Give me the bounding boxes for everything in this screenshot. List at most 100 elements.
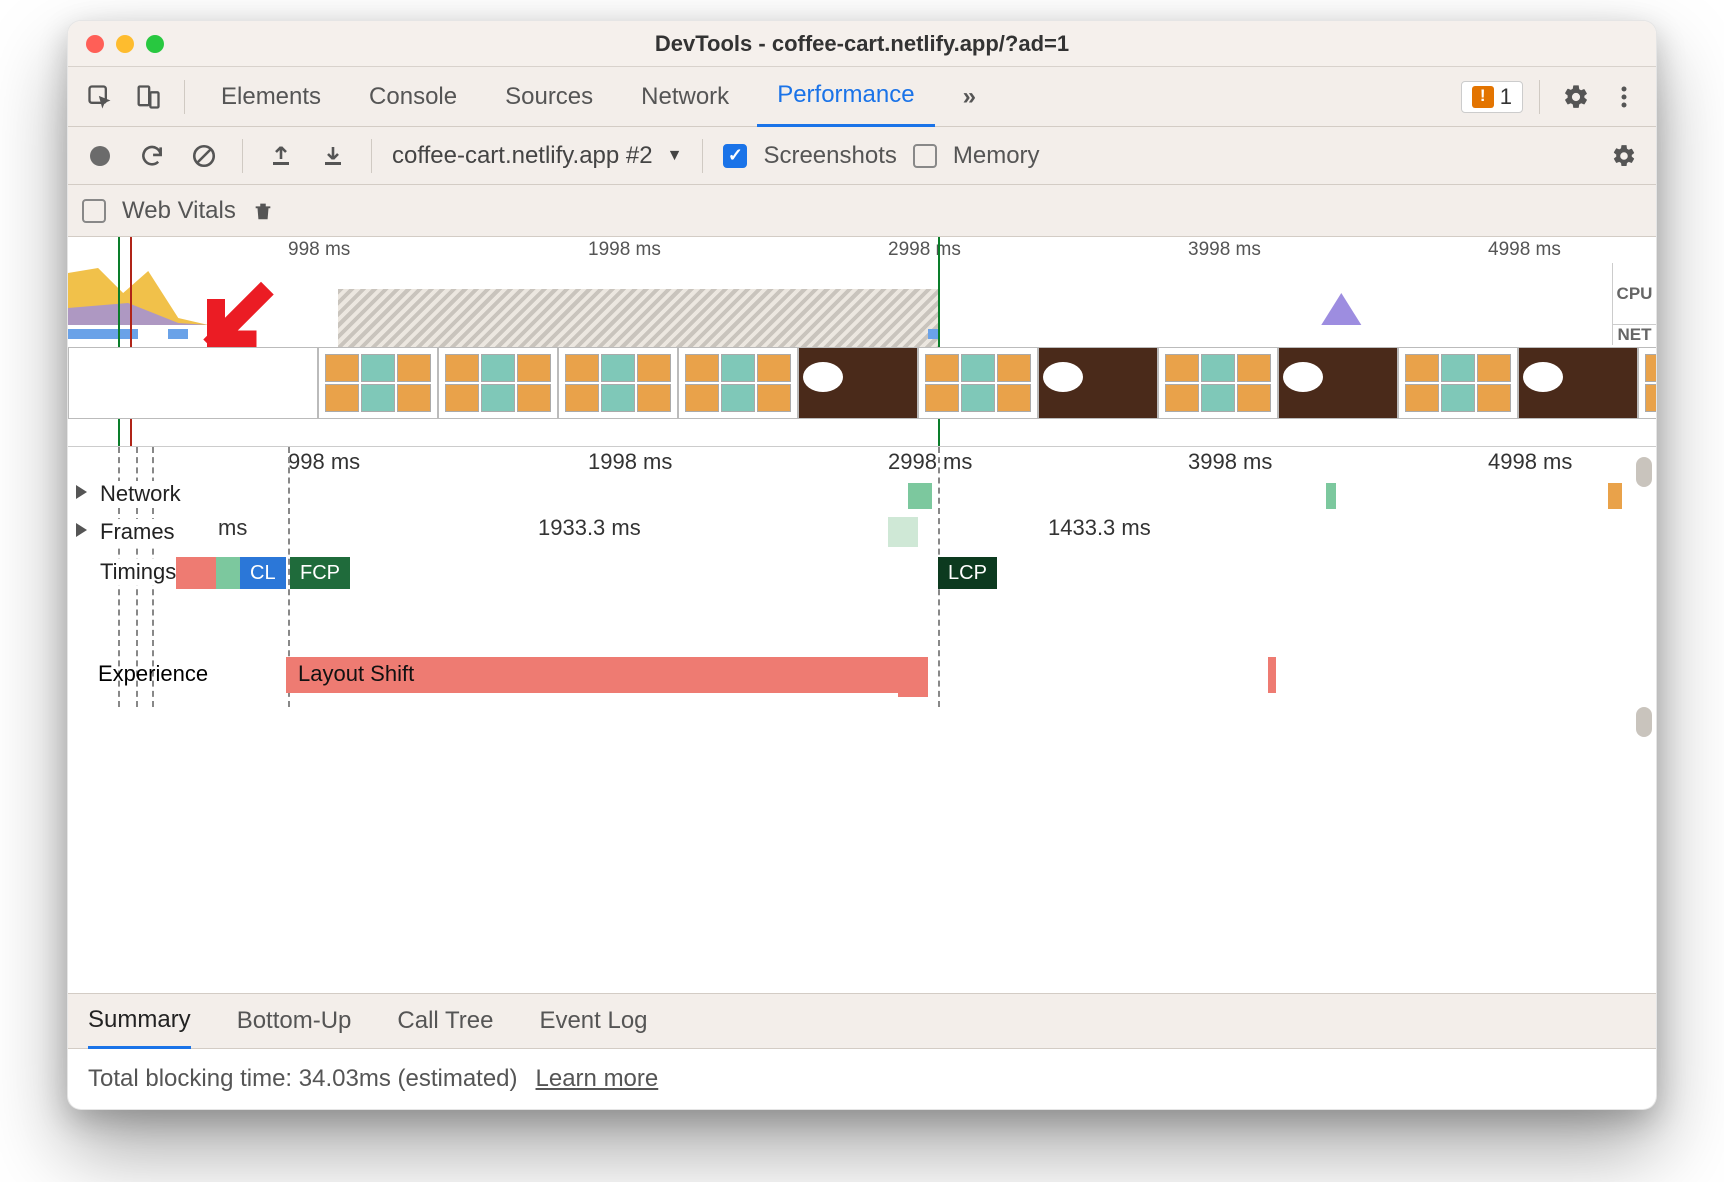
frame-duration: 1933.3 ms: [538, 515, 641, 541]
net-lane-label: NET: [1613, 325, 1656, 345]
tab-call-tree[interactable]: Call Tree: [397, 993, 493, 1049]
filmstrip-thumb[interactable]: [438, 347, 558, 419]
save-profile-button[interactable]: [315, 138, 351, 174]
load-profile-button[interactable]: [263, 138, 299, 174]
chevron-down-icon: ▼: [667, 147, 683, 165]
issues-count: 1: [1500, 84, 1512, 110]
clear-button[interactable]: [186, 138, 222, 174]
trash-icon[interactable]: [252, 199, 274, 223]
profile-selector[interactable]: coffee-cart.netlify.app #2 ▼: [392, 142, 682, 170]
devtools-window: DevTools - coffee-cart.netlify.app/?ad=1…: [67, 20, 1657, 1110]
disclosure-triangle-icon[interactable]: [76, 485, 87, 499]
warning-icon: [1472, 86, 1494, 108]
flamechart-ruler: 998 ms 1998 ms 2998 ms 3998 ms 4998 ms: [68, 447, 1656, 477]
filmstrip-thumb[interactable]: [318, 347, 438, 419]
filmstrip-thumb[interactable]: [918, 347, 1038, 419]
ruler-tick: 4998 ms: [1488, 449, 1572, 475]
filmstrip-thumb[interactable]: [558, 347, 678, 419]
frames-track[interactable]: Frames ms 1933.3 ms 1433.3 ms: [68, 515, 1656, 553]
network-track-label: Network: [98, 481, 183, 507]
window-title: DevTools - coffee-cart.netlify.app/?ad=1: [68, 31, 1656, 57]
issues-badge[interactable]: 1: [1461, 81, 1523, 113]
timings-track-label: Timings: [98, 559, 178, 585]
reload-record-button[interactable]: [134, 138, 170, 174]
traffic-lights: [68, 35, 164, 53]
experience-track[interactable]: Experience Layout Shift: [68, 653, 1656, 697]
kebab-icon[interactable]: [1604, 77, 1644, 117]
memory-label: Memory: [953, 142, 1040, 170]
summary-pane: Total blocking time: 34.03ms (estimated)…: [68, 1049, 1656, 1109]
overview-lane-labels: CPU NET: [1612, 263, 1656, 345]
frame-duration: 1433.3 ms: [1048, 515, 1151, 541]
layout-shift-label: Layout Shift: [298, 661, 414, 687]
inspect-icon[interactable]: [80, 77, 120, 117]
filmstrip-thumb[interactable]: [678, 347, 798, 419]
flamechart-pane[interactable]: 998 ms 1998 ms 2998 ms 3998 ms 4998 ms N…: [68, 447, 1656, 993]
device-toggle-icon[interactable]: [128, 77, 168, 117]
filmstrip-thumb[interactable]: [798, 347, 918, 419]
tab-summary[interactable]: Summary: [88, 993, 191, 1049]
tab-sources[interactable]: Sources: [485, 67, 613, 127]
overview-tick: 2998 ms: [888, 239, 961, 261]
frames-track-label: Frames: [98, 519, 177, 545]
close-window-button[interactable]: [86, 35, 104, 53]
overview-pane[interactable]: 998 ms 1998 ms 2998 ms 3998 ms 4998 ms C…: [68, 237, 1656, 447]
tab-console[interactable]: Console: [349, 67, 477, 127]
filmstrip-thumb[interactable]: [1518, 347, 1638, 419]
tab-network[interactable]: Network: [621, 67, 749, 127]
tab-event-log[interactable]: Event Log: [539, 993, 647, 1049]
layout-shift-bar[interactable]: [898, 679, 928, 697]
frame-duration: ms: [218, 515, 247, 541]
profile-selector-label: coffee-cart.netlify.app #2: [392, 142, 653, 170]
lcp-badge[interactable]: LCP: [938, 557, 997, 589]
tab-performance[interactable]: Performance: [757, 67, 934, 127]
cpu-lane-label: CPU: [1613, 263, 1656, 325]
detail-tabs: Summary Bottom-Up Call Tree Event Log: [68, 993, 1656, 1049]
screenshots-label: Screenshots: [763, 142, 896, 170]
filmstrip-thumb[interactable]: [68, 347, 318, 419]
ruler-tick: 2998 ms: [888, 449, 972, 475]
filmstrip-thumb[interactable]: [1158, 347, 1278, 419]
ruler-tick: 3998 ms: [1188, 449, 1272, 475]
screenshots-checkbox[interactable]: [723, 144, 747, 168]
perf-toolbar: coffee-cart.netlify.app #2 ▼ Screenshots…: [68, 127, 1656, 185]
filmstrip-thumb[interactable]: [1398, 347, 1518, 419]
timings-track[interactable]: Timings CL FCP LCP: [68, 553, 1656, 593]
gear-icon[interactable]: [1556, 77, 1596, 117]
tab-bottom-up[interactable]: Bottom-Up: [237, 993, 352, 1049]
overview-cpu-lane: [68, 263, 1612, 325]
network-track[interactable]: Network: [68, 477, 1656, 515]
experience-track-label: Experience: [98, 661, 208, 687]
overview-tick: 3998 ms: [1188, 239, 1261, 261]
overview-filmstrip[interactable]: [68, 347, 1612, 419]
zoom-window-button[interactable]: [146, 35, 164, 53]
overview-tick: 1998 ms: [588, 239, 661, 261]
tbt-text: Total blocking time: 34.03ms (estimated): [88, 1065, 518, 1093]
web-vitals-checkbox[interactable]: [82, 199, 106, 223]
tab-elements[interactable]: Elements: [201, 67, 341, 127]
overview-tick: 4998 ms: [1488, 239, 1561, 261]
layout-shift-bar[interactable]: [1268, 657, 1276, 693]
ruler-tick: 998 ms: [288, 449, 360, 475]
record-button[interactable]: [82, 138, 118, 174]
overview-net-lane: [68, 325, 1612, 345]
capture-settings-gear-icon[interactable]: [1606, 138, 1642, 174]
vertical-scrollbar[interactable]: [1636, 457, 1652, 487]
more-tabs-button[interactable]: »: [943, 67, 996, 127]
overview-ruler: 998 ms 1998 ms 2998 ms 3998 ms 4998 ms: [68, 237, 1656, 263]
fcp-badge[interactable]: FCP: [290, 557, 350, 589]
filmstrip-thumb[interactable]: [1638, 347, 1657, 419]
perf-toolbar-secondary: Web Vitals: [68, 185, 1656, 237]
titlebar: DevTools - coffee-cart.netlify.app/?ad=1: [68, 21, 1656, 67]
panel-tabs: Elements Console Sources Network Perform…: [68, 67, 1656, 127]
filmstrip-thumb[interactable]: [1278, 347, 1398, 419]
minimize-window-button[interactable]: [116, 35, 134, 53]
disclosure-triangle-icon[interactable]: [76, 523, 87, 537]
learn-more-link[interactable]: Learn more: [536, 1065, 659, 1093]
memory-checkbox[interactable]: [913, 144, 937, 168]
filmstrip-thumb[interactable]: [1038, 347, 1158, 419]
ruler-tick: 1998 ms: [588, 449, 672, 475]
vertical-scrollbar[interactable]: [1636, 707, 1652, 737]
cls-badge[interactable]: CL: [240, 557, 286, 589]
overview-tick: 998 ms: [288, 239, 350, 261]
